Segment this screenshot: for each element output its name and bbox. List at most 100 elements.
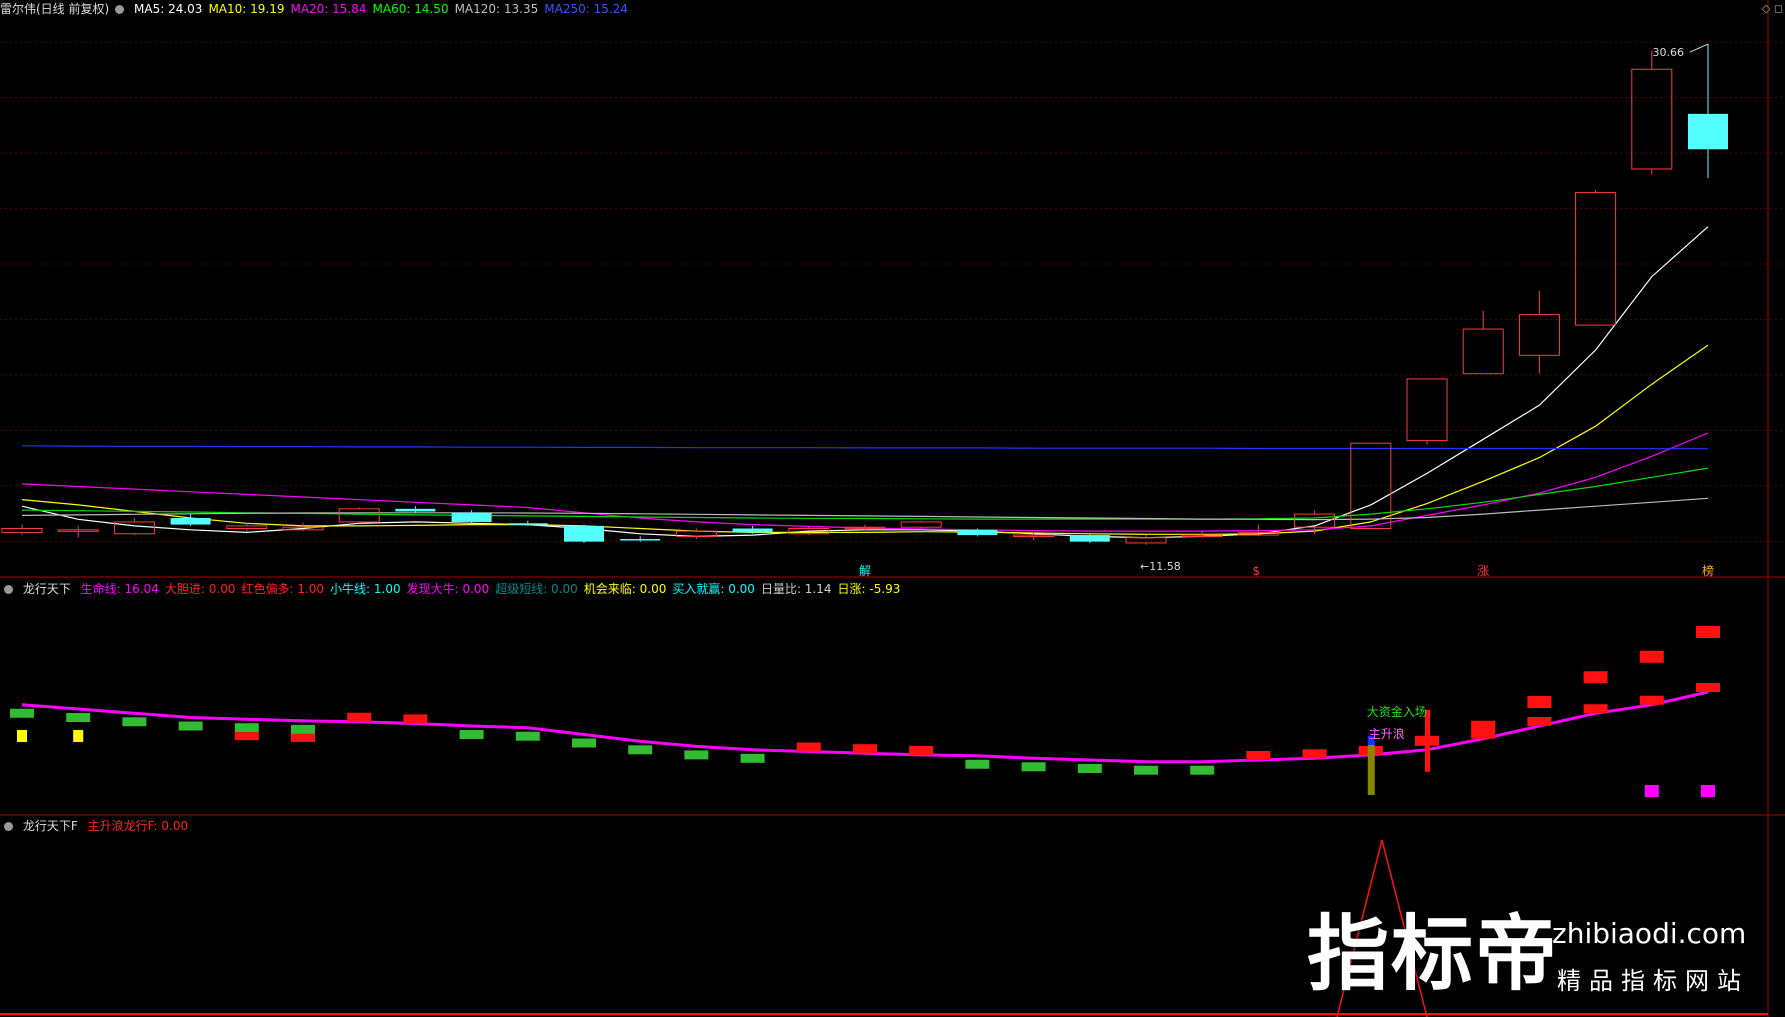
ma-legend-item: MA10: 19.19 xyxy=(208,2,285,16)
indicator-legend-item: 生命线: 16.04 xyxy=(80,582,159,596)
candle-body-down xyxy=(507,523,548,525)
candlestick-series xyxy=(1,44,1728,545)
indicator-legend-item: 买入就赢: 0.00 xyxy=(672,582,755,596)
indicator-legend-item: 小牛线: 1.00 xyxy=(330,582,401,596)
candle-body-up xyxy=(226,525,268,530)
signal-block-green xyxy=(291,724,315,734)
ma-legend: MA5: 24.03 MA10: 19.19 MA20: 15.84 MA60: 14… xyxy=(134,2,634,16)
signal-block-red xyxy=(234,732,259,741)
indicator-legend-item: 机会来临: 0.00 xyxy=(583,582,667,596)
candle-body-up xyxy=(1406,378,1448,442)
signal-block-green xyxy=(1077,764,1102,773)
ma-line-ma60 xyxy=(21,467,1709,520)
ma-line-ma250 xyxy=(21,445,1708,450)
candle-body-up xyxy=(1575,192,1617,326)
signal-block-green xyxy=(965,759,990,769)
signal-block-green xyxy=(234,723,259,733)
signal-block-green xyxy=(740,753,765,763)
candle-body-down xyxy=(564,525,604,542)
signal-block-green xyxy=(515,731,540,741)
stock-title: 雷尔伟(日线 前复权) xyxy=(0,2,110,16)
signal-block-green xyxy=(66,713,91,722)
signal-block-red-high xyxy=(1471,720,1496,733)
main-panel-header: 雷尔伟(日线 前复权) MA5: 24.03 MA10: 19.19 MA20: 1… xyxy=(0,0,640,18)
candle-body-down xyxy=(395,508,436,512)
signal-block-green xyxy=(1021,762,1046,772)
window-controls[interactable]: ◇ ◻ xyxy=(1762,2,1783,15)
signal-block-green xyxy=(459,730,484,739)
indicator-value-2: 主升浪龙行F: 0.00 xyxy=(87,819,189,833)
event-marker: 榜 xyxy=(1702,563,1714,578)
signal-block-red-high xyxy=(1583,671,1608,684)
chart-stage: 30.66 ←11.58 解 $ 涨 榜 大资金入场主升浪 xyxy=(0,0,1785,1017)
signal-block-red xyxy=(403,714,428,724)
signal-block-red xyxy=(1302,749,1327,759)
signal-block-green xyxy=(572,738,596,748)
signal-block-red xyxy=(796,742,821,752)
moving-average-lines xyxy=(21,226,1709,539)
capital-bar xyxy=(1367,745,1375,795)
indicator-legend-item: 日量比: 1.14 xyxy=(760,582,832,596)
signal-block-red-high xyxy=(1696,626,1720,638)
annotation-main-wave: 主升浪 xyxy=(1369,726,1405,741)
main-panel-grid xyxy=(0,0,1785,1017)
event-marker: 解 xyxy=(859,564,871,578)
logo-big-text: 指标帝 xyxy=(1307,907,1560,1002)
candle-body-up xyxy=(57,529,99,532)
ma-legend-item: MA60: 14.50 xyxy=(372,2,449,16)
signal-block-red-high xyxy=(1639,650,1664,663)
annotation-big-capital: 大资金入场 xyxy=(1367,704,1427,719)
candle-body-down xyxy=(957,529,998,536)
ma-line-ma5 xyxy=(21,226,1709,539)
ma-legend-item: MA120: 13.35 xyxy=(454,2,539,16)
signal-block-red xyxy=(1639,695,1664,705)
signal-block-green xyxy=(628,745,653,755)
indicator-header-1: 龙行天下 生命线: 16.04 大胆进: 0.00 红色偏多: 1.00 小牛线: 1… xyxy=(0,580,912,598)
low-price-label: ←11.58 xyxy=(1140,560,1181,573)
signal-block-red xyxy=(909,745,934,755)
candle-body-up xyxy=(1,528,43,533)
collapse-circle-icon[interactable] xyxy=(4,822,13,831)
logo-site: zhibiaodi.com xyxy=(1552,917,1747,950)
ma-legend-item: MA250: 15.24 xyxy=(544,2,628,16)
watermark-logo: 指标帝 zhibiaodi.com 精品指标网站 xyxy=(1307,905,1767,1005)
candle-body-down xyxy=(732,528,773,533)
candle-body-up xyxy=(338,508,380,523)
signal-block-red xyxy=(1415,735,1439,746)
event-markers: 30.66 ←11.58 解 $ 涨 榜 xyxy=(859,43,1714,578)
signal-block-green xyxy=(1190,765,1215,775)
indicator-legend-1: 生命线: 16.04 大胆进: 0.00 红色偏多: 1.00 小牛线: 1.00 发现… xyxy=(81,582,907,596)
indicator-title-1: 龙行天下 xyxy=(22,582,71,596)
high-price-label: 30.66 xyxy=(1653,46,1685,59)
signal-block-green xyxy=(178,721,203,731)
signal-block-red xyxy=(347,712,372,722)
signal-block-green xyxy=(122,717,147,727)
ma-legend-item: MA20: 15.84 xyxy=(290,2,367,16)
signal-block-red xyxy=(853,744,877,754)
candle-body-up xyxy=(1631,68,1673,170)
collapse-circle-icon[interactable] xyxy=(4,585,13,594)
ma-line-ma120 xyxy=(21,497,1709,521)
event-marker: $ xyxy=(1252,564,1260,578)
indicator-title-2: 龙行天下F xyxy=(22,819,78,833)
ma-legend-item: MA5: 24.03 xyxy=(134,2,203,16)
signal-block-red xyxy=(1527,717,1552,726)
candle-body-down xyxy=(1069,535,1110,542)
candle-body-up xyxy=(1518,314,1560,356)
settings-circle-icon[interactable] xyxy=(115,5,125,14)
signal-block-red xyxy=(1696,683,1720,692)
candle-body-down xyxy=(451,512,492,522)
indicator-legend-item: 发现大牛: 0.00 xyxy=(406,582,490,596)
event-marker: 涨 xyxy=(1477,563,1489,578)
signal-yellow xyxy=(73,730,84,742)
indicator-panel-longxing: 大资金入场主升浪 xyxy=(10,626,1720,797)
candle-body-up xyxy=(1125,537,1167,544)
candle-body-up xyxy=(900,521,942,528)
signal-yellow xyxy=(17,730,27,742)
candle-body-up xyxy=(1462,328,1504,375)
signal-block-green xyxy=(684,750,709,760)
high-pointer xyxy=(1689,43,1709,53)
indicator-legend-item: 红色偏多: 1.00 xyxy=(241,582,325,596)
candle-body-up xyxy=(1013,534,1055,538)
signal-magenta xyxy=(1644,785,1659,797)
